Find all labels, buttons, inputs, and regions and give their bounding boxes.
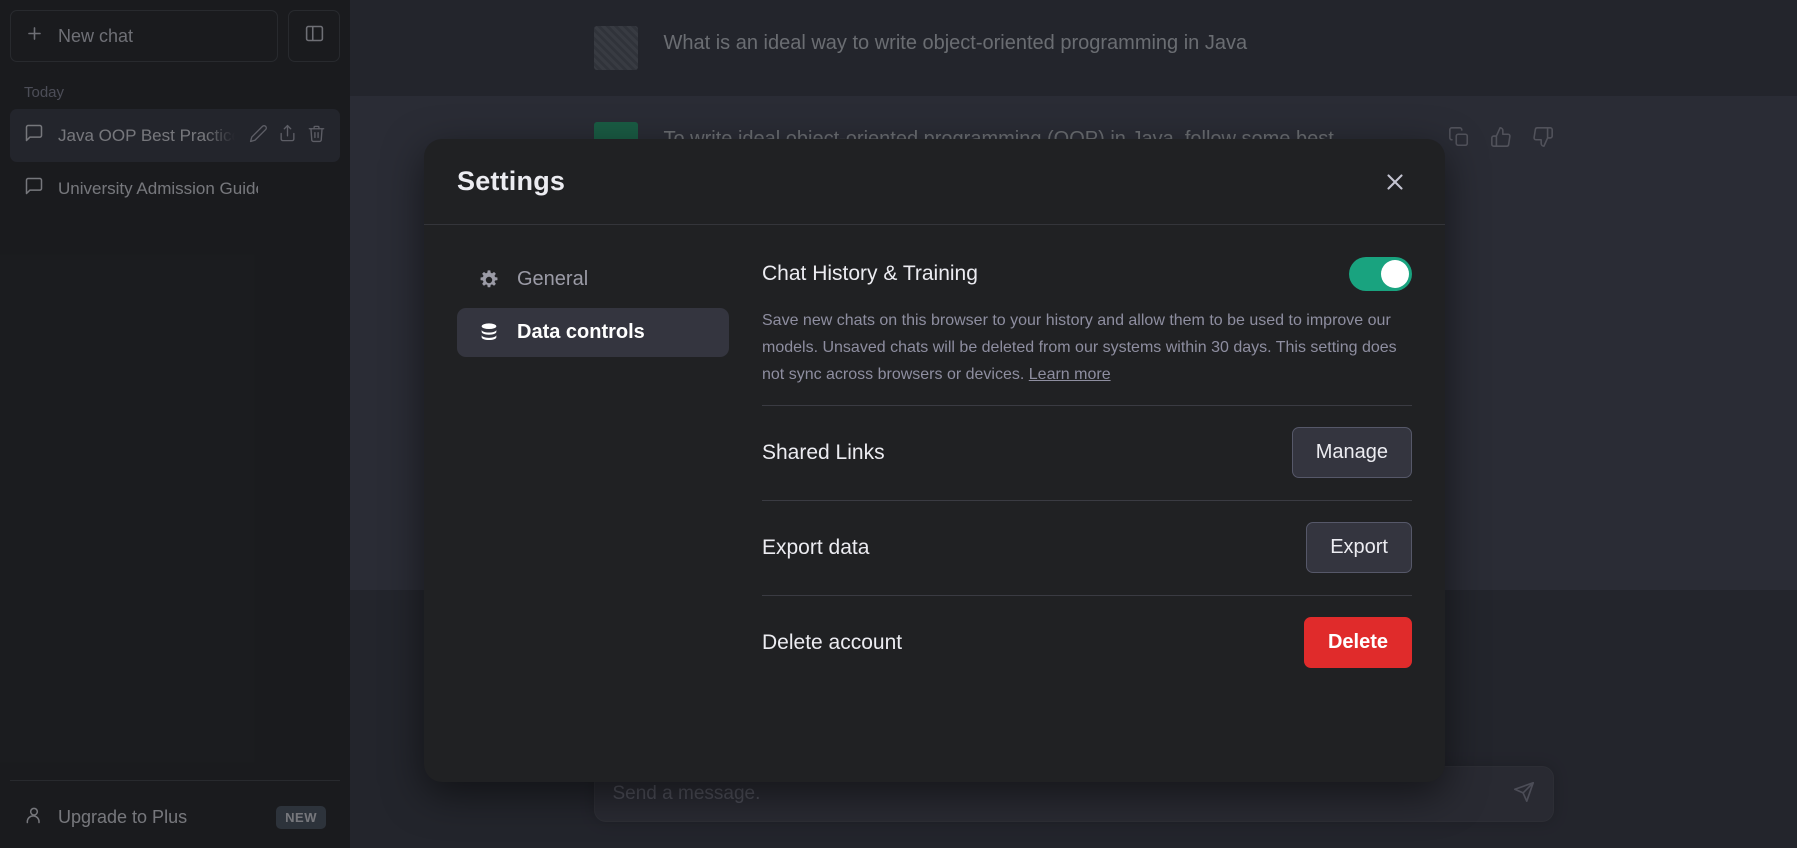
modal-body: General Data controls Chat History & Tra… (424, 225, 1445, 782)
toggle-knob (1381, 260, 1409, 288)
export-button[interactable]: Export (1306, 522, 1412, 573)
learn-more-link[interactable]: Learn more (1029, 366, 1111, 383)
gear-icon (477, 268, 500, 291)
tab-general[interactable]: General (457, 255, 729, 304)
chat-history-description: Save new chats on this browser to your h… (762, 308, 1412, 405)
page-title: Settings (457, 166, 565, 197)
manage-button[interactable]: Manage (1292, 427, 1412, 478)
settings-panel: Chat History & Training Save new chats o… (729, 255, 1412, 749)
delete-button[interactable]: Delete (1304, 617, 1412, 668)
modal-header: Settings (424, 139, 1445, 225)
export-data-label: Export data (762, 536, 869, 560)
chat-history-toggle[interactable] (1349, 257, 1412, 291)
tab-general-label: General (517, 268, 588, 291)
settings-modal: Settings General Data controls (424, 139, 1445, 782)
close-icon (1382, 169, 1408, 195)
close-button[interactable] (1378, 165, 1412, 199)
delete-account-row: Delete account Delete (762, 596, 1412, 690)
tab-data-controls-label: Data controls (517, 321, 645, 344)
shared-links-label: Shared Links (762, 441, 885, 465)
database-stack-icon (477, 321, 500, 344)
tab-data-controls[interactable]: Data controls (457, 308, 729, 357)
export-data-row: Export data Export (762, 501, 1412, 595)
chat-history-label: Chat History & Training (762, 262, 978, 286)
delete-account-label: Delete account (762, 631, 902, 655)
chat-history-row: Chat History & Training (762, 255, 1412, 308)
settings-nav: General Data controls (457, 255, 729, 749)
shared-links-row: Shared Links Manage (762, 406, 1412, 500)
